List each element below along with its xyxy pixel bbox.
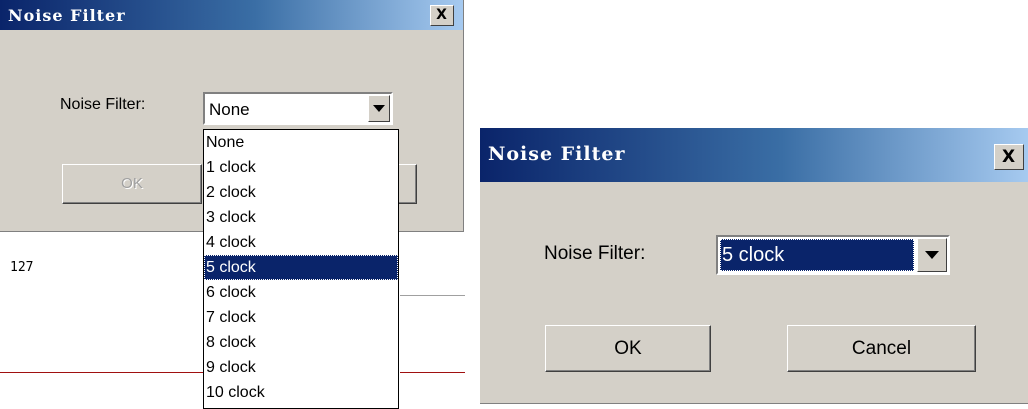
noise-filter-combo-right[interactable]: 5 clock <box>716 235 950 275</box>
close-button[interactable]: X <box>430 5 454 26</box>
option-none[interactable]: None <box>204 130 398 155</box>
grey-line <box>400 295 465 296</box>
option-6-clock[interactable]: 6 clock <box>204 280 398 305</box>
option-10-clock[interactable]: 10 clock <box>204 380 398 405</box>
close-icon: X <box>436 7 448 23</box>
red-line-left <box>0 372 204 373</box>
option-8-clock[interactable]: 8 clock <box>204 330 398 355</box>
option-7-clock[interactable]: 7 clock <box>204 305 398 330</box>
noise-filter-options-list[interactable]: None 1 clock 2 clock 3 clock 4 clock 5 c… <box>203 129 399 409</box>
noise-filter-dialog-right: Noise Filter X Noise Filter: 5 clock OK … <box>480 128 1028 404</box>
option-4-clock[interactable]: 4 clock <box>204 230 398 255</box>
option-2-clock[interactable]: 2 clock <box>204 180 398 205</box>
ok-button-right[interactable]: OK <box>545 325 711 372</box>
noise-filter-combo[interactable]: None <box>203 92 393 125</box>
dialog-title: Noise Filter <box>8 6 126 25</box>
dropdown-arrow-button-right[interactable] <box>917 238 947 272</box>
title-bar: Noise Filter X <box>0 0 463 30</box>
ok-button-label-right: OK <box>614 338 642 359</box>
noise-filter-label: Noise Filter: <box>60 96 146 113</box>
chevron-down-icon-right <box>925 251 939 259</box>
ok-button-label: OK <box>121 175 143 192</box>
option-1-clock[interactable]: 1 clock <box>204 155 398 180</box>
option-5-clock[interactable]: 5 clock <box>204 255 398 280</box>
option-9-clock[interactable]: 9 clock <box>204 355 398 380</box>
combo-value-right: 5 clock <box>720 239 914 271</box>
title-bar-right: Noise Filter X <box>480 128 1028 182</box>
combo-value: None <box>209 100 250 119</box>
axis-value-label: 127 <box>10 260 34 275</box>
close-icon-right: X <box>1001 147 1017 167</box>
ok-button[interactable]: OK <box>62 164 202 204</box>
close-button-right[interactable]: X <box>994 144 1024 170</box>
red-line-right <box>400 372 465 373</box>
option-3-clock[interactable]: 3 clock <box>204 205 398 230</box>
noise-filter-label-right: Noise Filter: <box>544 243 646 264</box>
cancel-button-right[interactable]: Cancel <box>787 325 976 372</box>
chevron-down-icon <box>373 105 385 112</box>
dialog-title-right: Noise Filter <box>488 143 626 165</box>
dropdown-arrow-button[interactable] <box>368 95 390 122</box>
cancel-button-label-right: Cancel <box>851 338 912 359</box>
